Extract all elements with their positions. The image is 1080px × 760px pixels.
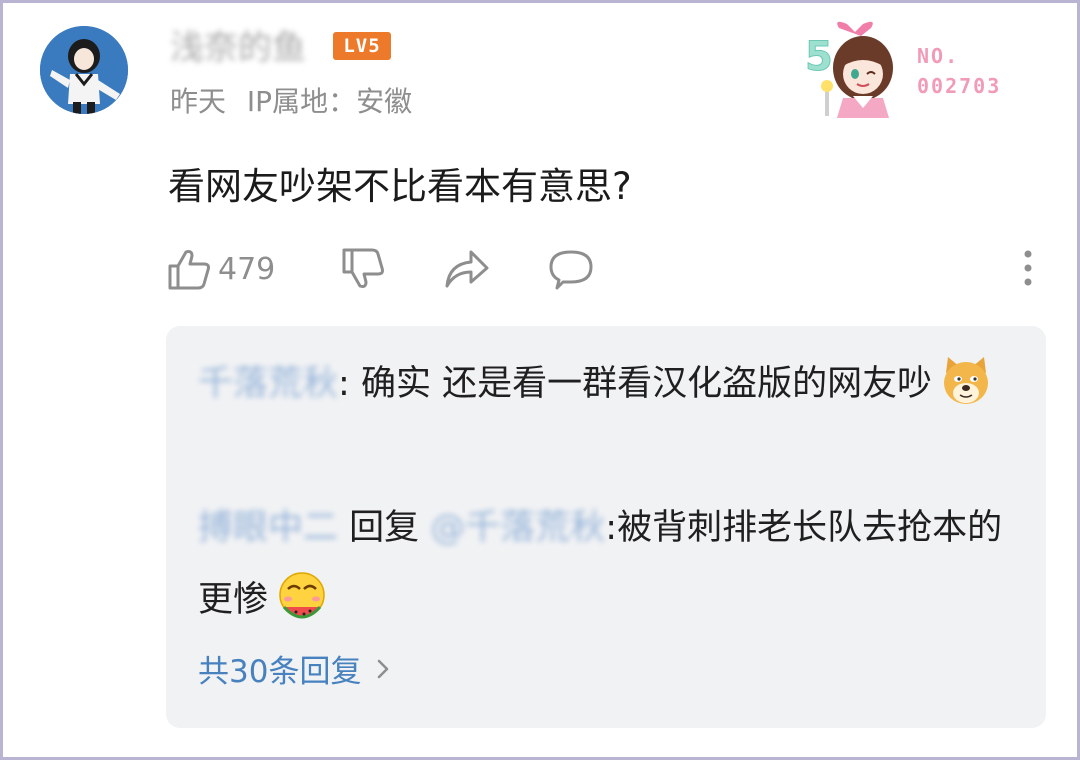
avatar-illustration bbox=[40, 26, 128, 114]
reply-mention[interactable]: @千落荒秋 bbox=[430, 492, 605, 564]
fan-card-number: NO. 002703 bbox=[917, 41, 1001, 101]
username[interactable]: 浅奈的鱼 bbox=[170, 22, 320, 68]
share-arrow-icon bbox=[445, 250, 489, 288]
comment-bubble-icon bbox=[549, 250, 593, 290]
post-time: 昨天 bbox=[170, 85, 227, 118]
chevron-right-icon bbox=[378, 659, 389, 678]
fan-card-digit: 5 bbox=[805, 34, 833, 80]
fan-number-label: NO. bbox=[917, 44, 960, 68]
fan-number-value: 002703 bbox=[917, 74, 1002, 98]
fan-card-decoration: 5 bbox=[803, 18, 918, 118]
thumbs-down-icon bbox=[342, 248, 384, 288]
post-meta: 昨天 IP属地：安徽 bbox=[170, 80, 412, 120]
post-content: 看网友吵架不比看本有意思? bbox=[168, 165, 632, 208]
more-vertical-icon bbox=[1024, 250, 1032, 286]
doge-emoji bbox=[944, 357, 989, 404]
like-button[interactable]: 479 bbox=[166, 244, 275, 294]
level-badge: LV5 bbox=[333, 32, 391, 60]
reply-item[interactable]: 千落荒秋: 确实 还是看一群看汉化盗版的网友吵 bbox=[198, 348, 1018, 420]
reply-author[interactable]: 千落荒秋 bbox=[198, 348, 338, 420]
reply-text: 确实 还是看一群看汉化盗版的网友吵 bbox=[349, 364, 933, 404]
share-button[interactable] bbox=[443, 244, 491, 294]
username-text: 浅奈的鱼 bbox=[170, 27, 306, 68]
watermelon-face-emoji bbox=[279, 572, 325, 619]
view-all-replies-link[interactable]: 共30条回复 bbox=[198, 646, 391, 691]
more-options-button[interactable] bbox=[1014, 248, 1042, 290]
thumbs-up-icon bbox=[168, 250, 210, 290]
like-count: 479 bbox=[218, 251, 276, 287]
user-avatar[interactable] bbox=[40, 26, 128, 114]
reply-separator: : bbox=[338, 364, 350, 404]
reply-word: 回复 bbox=[338, 508, 431, 548]
reply-item[interactable]: 搏眼中二 回复 @千落荒秋:被背刺排老长队去抢本的更惨 bbox=[198, 492, 1018, 636]
ip-location: IP属地：安徽 bbox=[246, 85, 413, 118]
comment-button[interactable] bbox=[547, 244, 595, 294]
more-replies-label: 共30条回复 bbox=[198, 654, 362, 690]
dislike-button[interactable] bbox=[340, 244, 386, 294]
reply-author[interactable]: 搏眼中二 bbox=[198, 492, 338, 564]
fan-card-illustration: 5 bbox=[805, 21, 893, 118]
